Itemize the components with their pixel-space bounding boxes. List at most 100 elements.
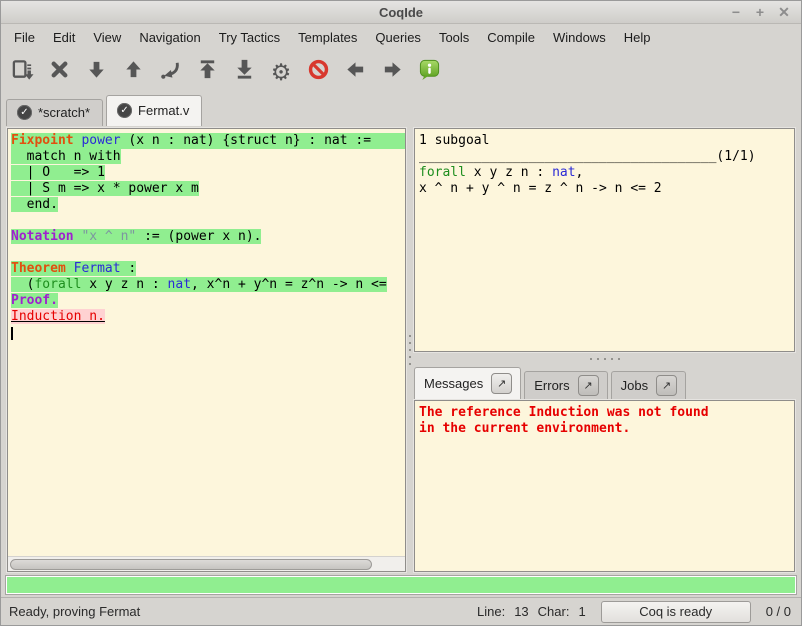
coq-state-text: Coq is ready <box>639 604 712 619</box>
menu-view[interactable]: View <box>84 26 130 49</box>
code-line <box>11 245 405 261</box>
go-to-start-button[interactable] <box>192 56 222 88</box>
menu-compile[interactable]: Compile <box>478 26 544 49</box>
scrollbar-thumb[interactable] <box>10 559 372 570</box>
backward-one-icon <box>122 58 145 86</box>
tab-messages[interactable]: Messages ↗ <box>414 367 521 400</box>
tab-scratch[interactable]: ✓ *scratch* <box>6 99 103 126</box>
messages-pane: The reference Induction was not foundin … <box>414 400 795 572</box>
tab-label: *scratch* <box>38 105 90 120</box>
previous-occurrence-button[interactable] <box>340 56 370 88</box>
next-occurrence-icon <box>381 58 404 86</box>
menu-try-tactics[interactable]: Try Tactics <box>210 26 289 49</box>
tab-check-icon: ✓ <box>17 105 32 120</box>
window-title: CoqIde <box>1 5 801 20</box>
detach-icon: ↗ <box>584 379 593 392</box>
code-line: (forall x y z n : nat, x^n + y^n = z^n -… <box>11 277 405 293</box>
text-caret <box>11 327 13 340</box>
menu-windows[interactable]: Windows <box>544 26 615 49</box>
interrupt-icon <box>307 58 330 86</box>
go-to-cursor-button[interactable] <box>155 56 185 88</box>
previous-occurrence-icon <box>344 58 367 86</box>
code-line: Proof. <box>11 293 405 309</box>
progress-bar <box>5 575 797 595</box>
code-line: x ^ n + y ^ n = z ^ n -> n <= 2 <box>419 181 792 197</box>
close-button[interactable]: ✕ <box>775 3 793 21</box>
code-editor[interactable]: Fixpoint power (x n : nat) {struct n} : … <box>8 129 405 556</box>
menu-templates[interactable]: Templates <box>289 26 366 49</box>
code-line <box>11 213 405 229</box>
code-line: Fixpoint power (x n : nat) {struct n} : … <box>11 133 405 149</box>
gear-icon: ⚙ <box>271 61 292 84</box>
forward-one-icon <box>85 58 108 86</box>
close-doc-icon <box>48 58 71 86</box>
minimize-button[interactable]: − <box>727 3 745 21</box>
editor-tabbar: ✓ *scratch* ✓ Fermat.v <box>1 93 801 126</box>
message-tabbar: Messages ↗ Errors ↗ Jobs ↗ <box>414 365 795 400</box>
goals-pane: 1 subgoal_______________________________… <box>414 128 795 352</box>
forward-one-button[interactable] <box>81 56 111 88</box>
tab-label: Messages <box>424 376 483 391</box>
code-line: Notation "x ^ n" := (power x n). <box>11 229 405 245</box>
tab-label: Jobs <box>621 378 648 393</box>
tab-check-icon: ✓ <box>117 103 132 118</box>
about-button[interactable] <box>414 56 444 88</box>
coq-state-indicator: Coq is ready <box>601 601 751 623</box>
go-to-start-icon <box>196 58 219 86</box>
go-to-end-icon <box>233 58 256 86</box>
settings-button[interactable]: ⚙ <box>266 56 296 88</box>
code-line: in the current environment. <box>419 421 792 437</box>
go-to-cursor-icon <box>159 58 182 86</box>
code-line: match n with <box>11 149 405 165</box>
detach-jobs-button[interactable]: ↗ <box>656 375 677 396</box>
save-button[interactable] <box>7 56 37 88</box>
menu-help[interactable]: Help <box>615 26 660 49</box>
jobs-counter: 0 / 0 <box>766 604 791 619</box>
statusbar: Ready, proving Fermat Line: 13 Char: 1 C… <box>1 597 801 625</box>
right-column: 1 subgoal_______________________________… <box>414 128 795 572</box>
backward-one-button[interactable] <box>118 56 148 88</box>
char-label: Char: <box>538 604 570 619</box>
menu-file[interactable]: File <box>5 26 44 49</box>
code-line: 1 subgoal <box>419 133 792 149</box>
interrupt-button[interactable] <box>303 56 333 88</box>
titlebar[interactable]: CoqIde − + ✕ <box>1 1 801 24</box>
tab-label: Fermat.v <box>138 103 189 118</box>
status-message: Ready, proving Fermat <box>9 604 477 619</box>
detach-messages-button[interactable]: ↗ <box>491 373 512 394</box>
tab-fermat[interactable]: ✓ Fermat.v <box>106 95 202 126</box>
editor-pane: Fixpoint power (x n : nat) {struct n} : … <box>7 128 406 572</box>
code-line: Induction n. <box>11 309 405 325</box>
status-right: Line: 13 Char: 1 Coq is ready 0 / 0 <box>477 601 791 623</box>
menu-tools[interactable]: Tools <box>430 26 478 49</box>
next-occurrence-button[interactable] <box>377 56 407 88</box>
maximize-button[interactable]: + <box>751 3 769 21</box>
tab-errors[interactable]: Errors ↗ <box>524 371 607 400</box>
detach-errors-button[interactable]: ↗ <box>578 375 599 396</box>
go-to-end-button[interactable] <box>229 56 259 88</box>
code-line: end. <box>11 197 405 213</box>
main-area: Fixpoint power (x n : nat) {struct n} : … <box>1 126 801 574</box>
menu-navigation[interactable]: Navigation <box>130 26 209 49</box>
coqide-window: CoqIde − + ✕ File Edit View Navigation T… <box>0 0 802 626</box>
code-line: forall x y z n : nat, <box>419 165 792 181</box>
menu-edit[interactable]: Edit <box>44 26 84 49</box>
tab-jobs[interactable]: Jobs ↗ <box>611 371 686 400</box>
code-line: Theorem Fermat : <box>11 261 405 277</box>
code-line: | O => 1 <box>11 165 405 181</box>
code-line: | S m => x * power x m <box>11 181 405 197</box>
menu-queries[interactable]: Queries <box>366 26 430 49</box>
vertical-splitter[interactable] <box>406 128 414 572</box>
code-line: The reference Induction was not found <box>419 405 792 421</box>
save-icon <box>11 58 34 86</box>
close-doc-button[interactable] <box>44 56 74 88</box>
code-line: ______________________________________(1… <box>419 149 792 165</box>
detach-icon: ↗ <box>497 377 506 390</box>
horizontal-scrollbar[interactable] <box>8 556 405 571</box>
detach-icon: ↗ <box>662 379 671 392</box>
char-value: 1 <box>578 604 585 619</box>
tab-label: Errors <box>534 378 569 393</box>
line-value: 13 <box>514 604 528 619</box>
toolbar: ⚙ <box>1 51 801 93</box>
horizontal-splitter[interactable] <box>414 352 795 365</box>
